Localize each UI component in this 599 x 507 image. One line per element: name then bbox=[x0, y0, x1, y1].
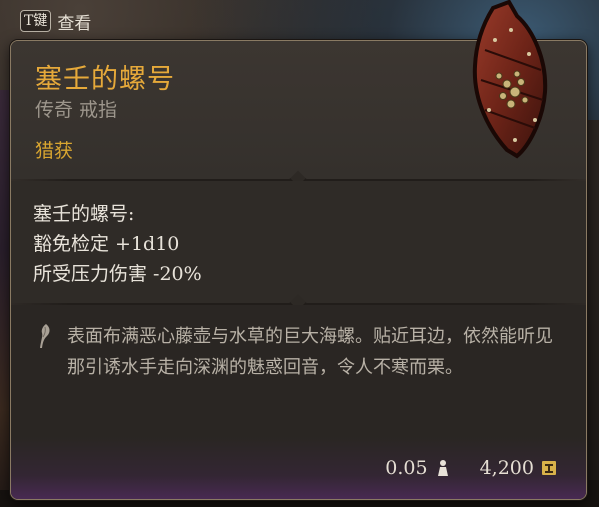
item-rarity-type: 传奇 戒指 bbox=[35, 99, 118, 121]
hotkey-label: 查看 bbox=[57, 13, 92, 34]
gold-coin-icon bbox=[542, 461, 556, 475]
hotbar-strip-right bbox=[585, 120, 599, 480]
effects-header: 塞壬的螺号: bbox=[33, 203, 135, 225]
weight-icon bbox=[437, 460, 448, 476]
item-weight: 0.05 bbox=[385, 457, 428, 479]
quill-icon bbox=[40, 324, 50, 348]
conch-item-icon bbox=[472, 0, 548, 159]
item-price: 4,200 bbox=[479, 457, 534, 479]
tooltip-footer: 0.05 4,200 bbox=[11, 437, 586, 499]
effect-line: 豁免检定 +1d10 bbox=[33, 233, 180, 255]
lore-section: 表面布满恶心藤壶与水草的巨大海螺。贴近耳边，依然能听见那引诱水手走向深渊的魅惑回… bbox=[11, 305, 586, 437]
item-tag: 猎获 bbox=[35, 140, 74, 162]
hotkey-badge: T键 bbox=[20, 10, 52, 32]
item-name: 塞壬的螺号 bbox=[35, 64, 175, 95]
effect-line: 所受压力伤害 -20% bbox=[33, 263, 202, 285]
examine-hotkey-hint[interactable]: T键 查看 bbox=[20, 8, 91, 34]
lore-text: 表面布满恶心藤壶与水草的巨大海螺。贴近耳边，依然能听见那引诱水手走向深渊的魅惑回… bbox=[67, 326, 553, 378]
effects-section: 塞壬的螺号: 豁免检定 +1d10 所受压力伤害 -20% bbox=[11, 181, 586, 303]
